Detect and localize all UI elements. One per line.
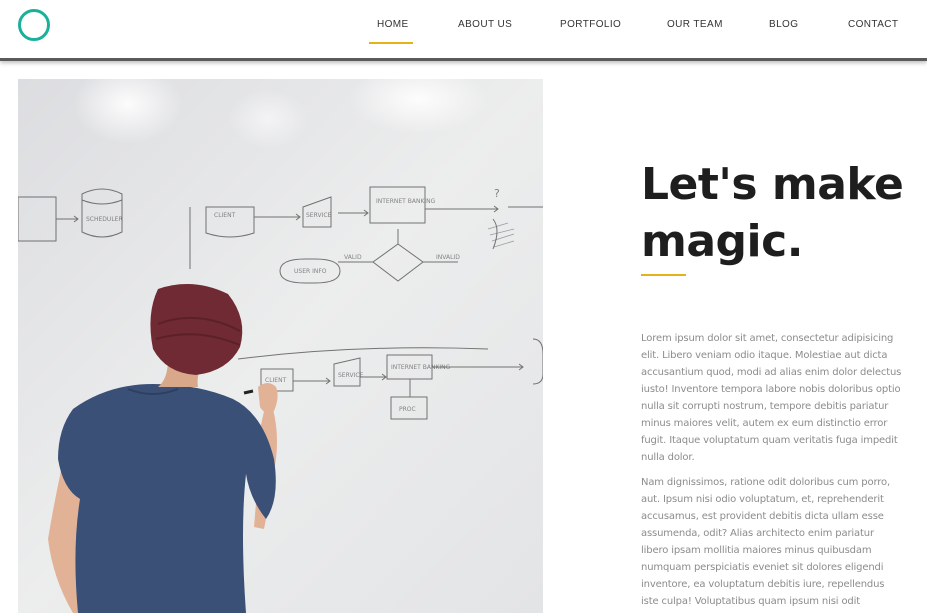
body-paragraph-1: Lorem ipsum dolor sit amet, consectetur …	[641, 333, 902, 463]
logo-ring-icon[interactable]	[18, 9, 50, 41]
active-nav-indicator	[369, 42, 413, 44]
whiteboard-label: CLIENT	[214, 212, 236, 219]
hero-photo: SCHEDULER CLIENT SERVICE INTERNET BANKIN…	[18, 79, 543, 613]
nav-about-us[interactable]: ABOUT US	[458, 19, 512, 30]
whiteboard-label: SERVICE	[306, 212, 332, 219]
whiteboard-label: SERVICE	[338, 372, 364, 379]
headline-divider	[641, 274, 686, 276]
whiteboard-label: SCHEDULER	[86, 216, 123, 223]
whiteboard-label: INVALID	[436, 254, 460, 261]
site-header: HOME ABOUT US PORTFOLIO OUR TEAM BLOG CO…	[0, 0, 927, 61]
nav-our-team[interactable]: OUR TEAM	[667, 19, 723, 30]
nav-blog[interactable]: BLOG	[769, 19, 798, 30]
whiteboard-label: INTERNET BANKING	[376, 198, 436, 205]
whiteboard-label: VALID	[344, 254, 362, 261]
nav-home[interactable]: HOME	[377, 19, 409, 30]
whiteboard-label: INTERNET BANKING	[391, 364, 451, 371]
hero-headline: Let's make magic.	[641, 156, 921, 270]
whiteboard-label: CLIENT	[265, 377, 287, 384]
whiteboard-label: PROC	[399, 406, 416, 413]
body-paragraph-2: Nam dignissimos, ratione odit doloribus …	[641, 477, 890, 607]
whiteboard-label: USER INFO	[294, 268, 327, 275]
whiteboard-label: ?	[494, 187, 500, 200]
nav-portfolio[interactable]: PORTFOLIO	[560, 19, 621, 30]
headline-line-2: magic.	[641, 216, 803, 267]
nav-contact[interactable]: CONTACT	[848, 19, 898, 30]
headline-line-1: Let's make	[641, 159, 904, 210]
